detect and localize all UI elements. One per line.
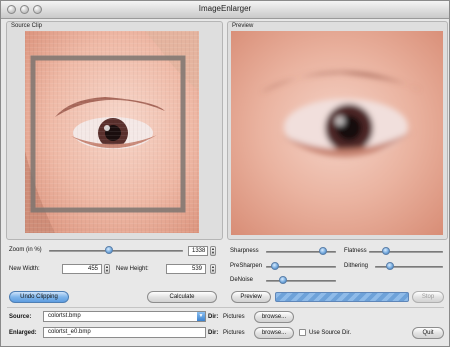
source-clip-image[interactable] [25,31,199,233]
title-bar: ImageEnlarger [1,1,449,19]
presharpen-label: PreSharpen [230,263,263,269]
dithering-slider-knob[interactable] [386,262,394,270]
window-title: ImageEnlarger [198,4,252,13]
zoom-slider-knob[interactable] [105,246,113,254]
preview-svg [231,31,443,235]
preview-progress-bar [275,292,409,302]
use-source-dir-checkbox[interactable] [299,329,306,336]
sharpness-label: Sharpness [230,248,259,254]
enlarged-dir-value: Pictures [223,330,245,336]
new-height-label: New Height: [116,266,149,272]
source-label: Source: [9,314,32,320]
source-clip-svg [25,31,199,233]
browse-source-button[interactable]: browse... [254,311,294,323]
presharpen-slider-knob[interactable] [271,262,279,270]
dithering-label: Dithering [344,263,369,269]
zoom-slider-track[interactable] [49,250,183,252]
zoom-field[interactable]: 1338 [188,246,208,256]
source-dir-value: Pictures [223,314,245,320]
chevron-updown-icon[interactable]: ▼ [197,312,205,321]
zoom-stepper[interactable]: ▲ ▼ [210,246,216,256]
calculate-button[interactable]: Calculate [147,291,217,303]
browse-enlarged-button[interactable]: browse... [254,327,294,339]
source-dir-label: Dir: [208,314,219,320]
denoise-label: DeNoise [230,277,254,283]
enlarged-file-field[interactable]: colortst_e0.bmp [43,327,206,338]
zoom-label: Zoom (in %) [9,247,42,253]
flatness-label: Flatness [344,248,367,254]
enlarged-dir-label: Dir: [208,330,219,336]
quit-button[interactable]: Quit [412,327,444,339]
new-height-stepper[interactable]: ▲ ▼ [210,264,216,274]
enlarged-label: Enlarged: [9,330,37,336]
preview-button[interactable]: Preview [231,291,271,303]
flatness-slider-track[interactable] [369,251,443,253]
source-file-value: colortst.bmp [48,313,81,319]
divider [7,307,444,308]
source-clip-label: Source Clip [11,23,43,29]
flatness-slider-knob[interactable] [382,247,390,255]
denoise-slider-track[interactable] [266,280,336,282]
source-file-select[interactable]: colortst.bmp ▼ [43,311,206,322]
preview-image [231,31,443,235]
app-window: ImageEnlarger Source Clip Preview Zoom (… [0,0,450,347]
new-width-stepper[interactable]: ▲ ▼ [104,264,110,274]
undo-clipping-button[interactable]: Undo Clipping [9,291,69,303]
enlarged-file-value: colortst_e0.bmp [48,329,91,335]
use-source-dir-label: Use Source Dir. [309,330,352,336]
denoise-slider-knob[interactable] [279,276,287,284]
new-width-field[interactable]: 455 [62,264,102,274]
sharpness-slider-knob[interactable] [319,247,327,255]
new-width-label: New Width: [9,266,40,272]
preview-label: Preview [232,23,254,29]
stop-button[interactable]: Stop [412,291,444,303]
new-height-field[interactable]: 539 [166,264,206,274]
